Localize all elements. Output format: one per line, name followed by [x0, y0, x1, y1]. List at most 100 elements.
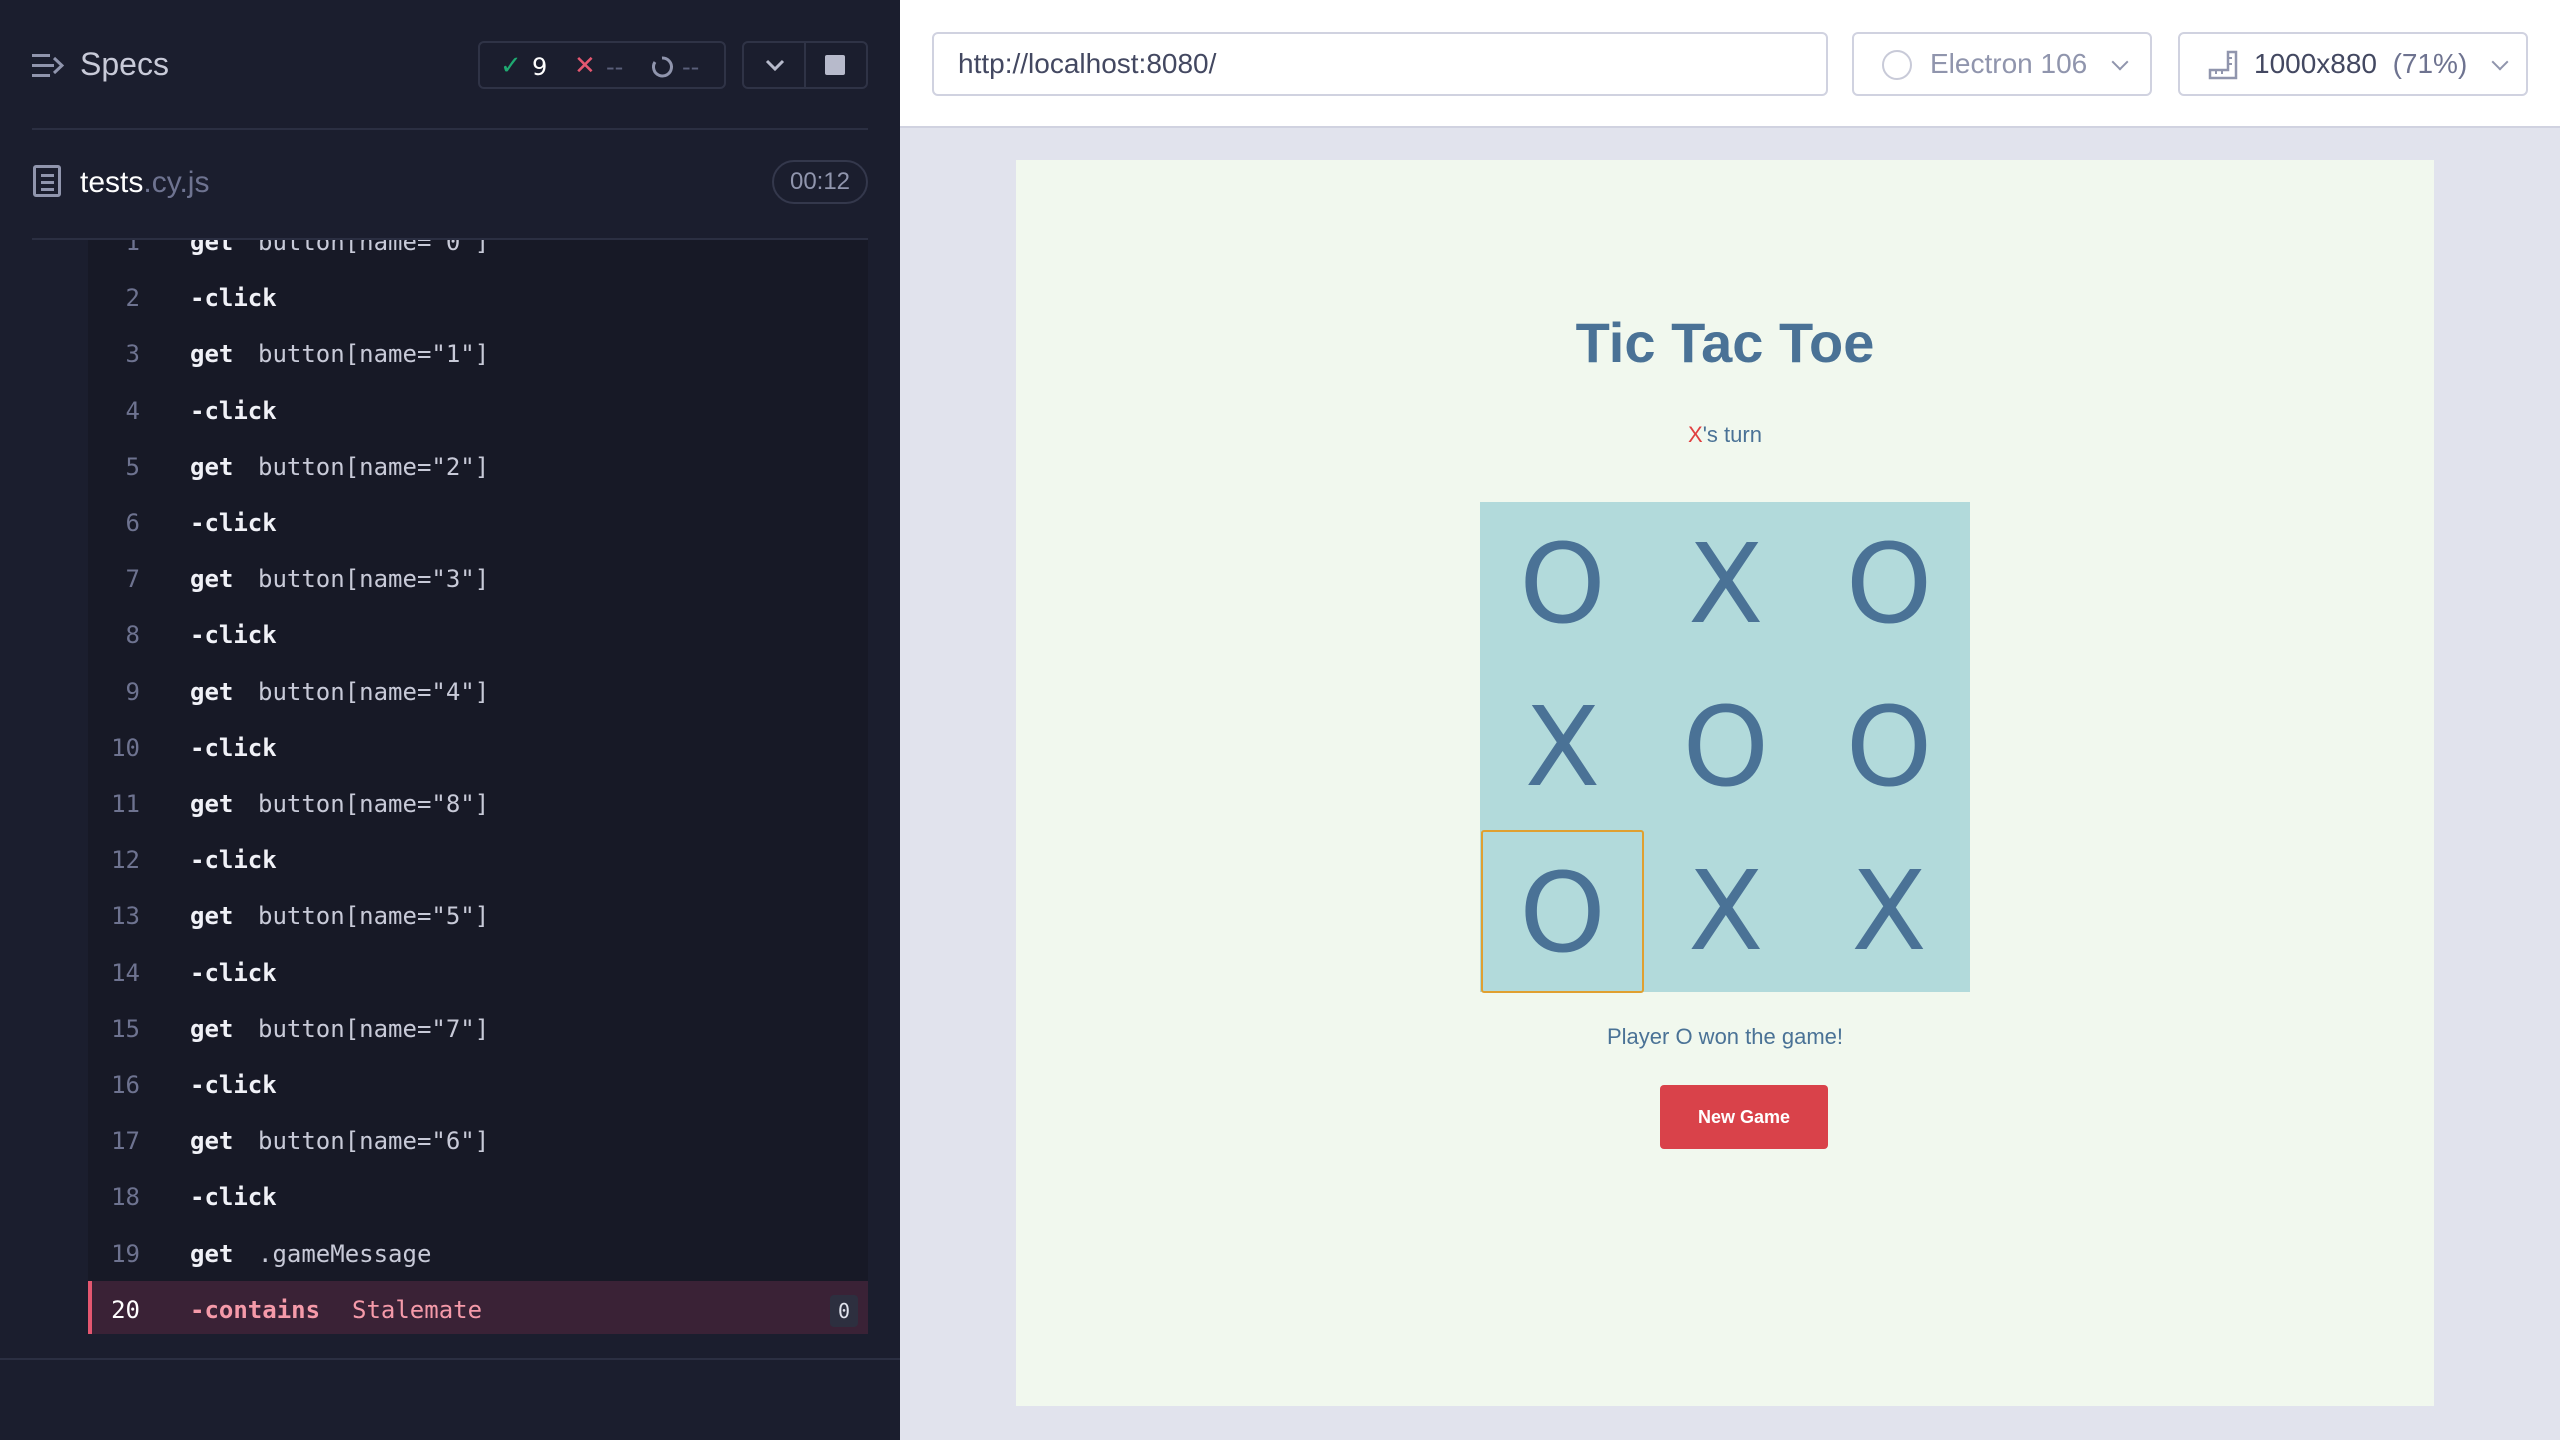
command-row[interactable]: 7 get button[name="3"] [88, 550, 868, 606]
command-number: 8 [125, 621, 140, 650]
command-number: 2 [125, 284, 140, 313]
collapse-toggle-button[interactable] [744, 43, 806, 87]
command-row[interactable]: 16 -click [88, 1056, 868, 1112]
board-cell-3[interactable]: X [1481, 666, 1644, 829]
turn-indicator: X's turn [1016, 422, 2434, 448]
board-cell-8[interactable]: X [1808, 830, 1971, 993]
chevron-down-icon [2111, 53, 2129, 71]
specs-title: Specs [80, 46, 169, 82]
command-row-failed[interactable]: 20 -contains Stalemate 0 [88, 1280, 868, 1334]
spec-file-name: tests.cy.js [80, 166, 209, 200]
command-row[interactable]: 13 get button[name="5"] [88, 887, 868, 943]
url-bar[interactable]: http://localhost:8080/ [932, 32, 1828, 96]
command-name: get [190, 340, 234, 369]
command-name: -click [190, 846, 277, 875]
command-row[interactable]: 19 get .gameMessage [88, 1225, 868, 1281]
command-argument: button[name="4"] [258, 677, 490, 706]
command-number: 10 [111, 733, 140, 762]
board-cell-0[interactable]: O [1481, 503, 1644, 666]
command-row[interactable]: 9 get button[name="4"] [88, 663, 868, 719]
command-number: 14 [111, 958, 140, 987]
command-name: get [190, 677, 234, 706]
viewport-select[interactable]: 1000x880 (71%) [2178, 32, 2528, 96]
command-name: get [190, 902, 234, 931]
command-argument: button[name="3"] [258, 565, 490, 594]
command-row[interactable]: 17 get button[name="6"] [88, 1112, 868, 1168]
command-row[interactable]: 8 -click [88, 606, 868, 662]
game-message: Player O won the game! [1606, 1024, 1843, 1049]
game-board: OXOXOOOXX [1480, 502, 1971, 993]
stop-button[interactable] [806, 43, 866, 87]
command-row[interactable]: 14 -click [88, 944, 868, 1000]
board-cell-7[interactable]: X [1644, 830, 1807, 993]
command-argument: .gameMessage [258, 1239, 432, 1268]
command-argument: button[name="2"] [258, 452, 490, 481]
command-name: get [190, 790, 234, 818]
command-row[interactable]: 5 get button[name="2"] [88, 438, 868, 494]
command-argument: button[name="8"] [258, 790, 490, 818]
chevron-down-icon [765, 59, 785, 72]
board-cell-1[interactable]: X [1644, 503, 1807, 666]
command-argument: button[name="1"] [258, 340, 490, 369]
command-name: -click [190, 1183, 277, 1212]
game-title: Tic Tac Toe [1575, 311, 1875, 374]
command-name: get [190, 240, 234, 256]
divider [32, 128, 868, 130]
board-cell-6[interactable]: O [1481, 829, 1644, 993]
command-number: 4 [125, 396, 140, 425]
document-icon [33, 165, 61, 197]
chevron-down-icon [2491, 53, 2509, 71]
command-number: 20 [111, 1295, 140, 1324]
stop-icon [825, 55, 845, 75]
command-number: 9 [125, 677, 140, 706]
command-argument: button[name="0"] [258, 240, 490, 256]
command-row[interactable]: 6 -click [88, 494, 868, 550]
board-cell-5[interactable]: O [1808, 666, 1971, 829]
specs-toggle-icon[interactable] [32, 52, 64, 80]
element-count-badge: 0 [830, 1294, 858, 1327]
command-row[interactable]: 18 -click [88, 1168, 868, 1224]
command-number: 12 [111, 846, 140, 875]
command-row[interactable]: 11 get button[name="8"] [88, 775, 868, 831]
command-name: -contains [190, 1295, 321, 1324]
command-number: 6 [125, 509, 140, 537]
command-number: 5 [125, 452, 140, 481]
command-list: 1 get button[name="0"] 2 -click 3 get button[na… [88, 240, 868, 1334]
command-name: -click [190, 621, 277, 650]
command-row[interactable]: 1 get button[name="0"] [88, 240, 868, 269]
command-log-panel: Specs ✓ 9 ✕ -- -- tests.cy.js 00:12 1 ge… [0, 0, 900, 1440]
viewport-label: 1000x880 (71%) [2254, 34, 2467, 94]
command-argument: Stalemate [352, 1295, 483, 1324]
command-argument: button[name="6"] [258, 1127, 490, 1156]
browser-select[interactable]: Electron 106 [1852, 32, 2152, 96]
new-game-button[interactable]: New Game [1660, 1085, 1828, 1149]
test-stats: ✓ 9 ✕ -- -- [478, 41, 726, 89]
command-row[interactable]: 15 get button[name="7"] [88, 1000, 868, 1056]
browser-label: Electron 106 [1930, 48, 2088, 79]
command-number: 19 [111, 1239, 140, 1268]
board-cell-4[interactable]: O [1644, 666, 1807, 829]
board-cell-2[interactable]: O [1808, 503, 1971, 666]
command-row[interactable]: 4 -click [88, 382, 868, 438]
command-number: 13 [111, 902, 140, 931]
turn-suffix: 's turn [1702, 422, 1762, 447]
command-number: 1 [125, 240, 140, 256]
command-name: get [190, 1127, 234, 1156]
app-iframe: Tic Tac Toe X's turn OXOXOOOXX Player O … [1016, 160, 2434, 1406]
passed-check-icon: ✓ [500, 51, 522, 81]
spec-file-row[interactable]: tests.cy.js 00:12 [0, 150, 900, 240]
command-name: -click [190, 396, 277, 425]
pending-count: -- [682, 53, 700, 81]
command-name: -click [190, 509, 277, 537]
command-row[interactable]: 3 get button[name="1"] [88, 325, 868, 381]
viewport-size: 1000x880 [2254, 48, 2378, 79]
command-name: -click [190, 1071, 277, 1099]
command-name: -click [190, 958, 277, 987]
turn-player: X [1688, 422, 1703, 447]
command-row[interactable]: 10 -click [88, 719, 868, 775]
specs-header: Specs ✓ 9 ✕ -- -- [0, 0, 900, 130]
pending-spinner-icon [652, 56, 673, 78]
command-number: 15 [111, 1014, 140, 1043]
command-row[interactable]: 12 -click [88, 831, 868, 887]
command-row[interactable]: 2 -click [88, 269, 868, 325]
